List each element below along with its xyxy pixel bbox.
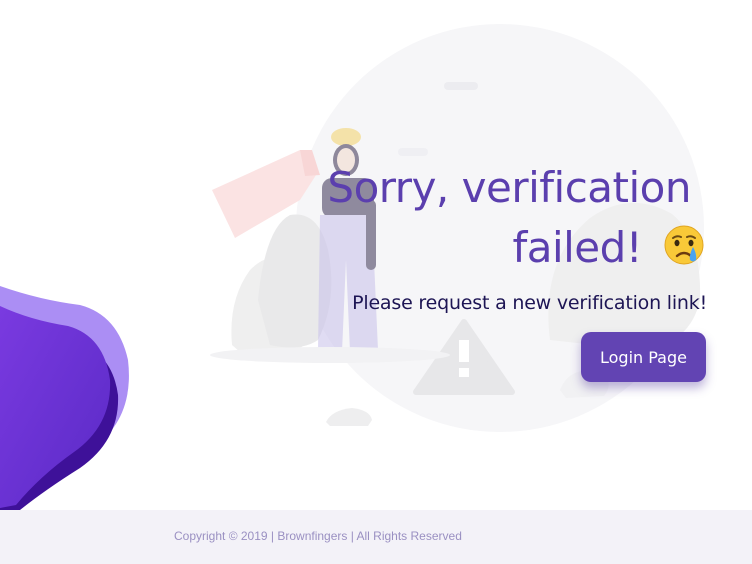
crying-face-icon — [664, 225, 704, 265]
page-title: Sorry, verification failed! — [245, 158, 705, 278]
verification-failed-page: Sorry, verification failed! Please reque… — [0, 0, 752, 564]
title-line-2: failed! — [245, 218, 705, 278]
rock — [326, 408, 372, 426]
login-page-button[interactable]: Login Page — [581, 332, 706, 382]
title-line-1: Sorry, verification — [327, 163, 691, 212]
cloud-dash — [398, 148, 428, 156]
title-line-2-text: failed! — [512, 223, 643, 272]
subtitle: Please request a new verification link! — [352, 292, 707, 314]
copyright-text: Copyright © 2019 | Brownfingers | All Ri… — [174, 529, 462, 543]
purple-wave-blob — [0, 286, 129, 510]
footer: Copyright © 2019 | Brownfingers | All Ri… — [0, 510, 752, 564]
cloud-dash — [444, 82, 478, 90]
